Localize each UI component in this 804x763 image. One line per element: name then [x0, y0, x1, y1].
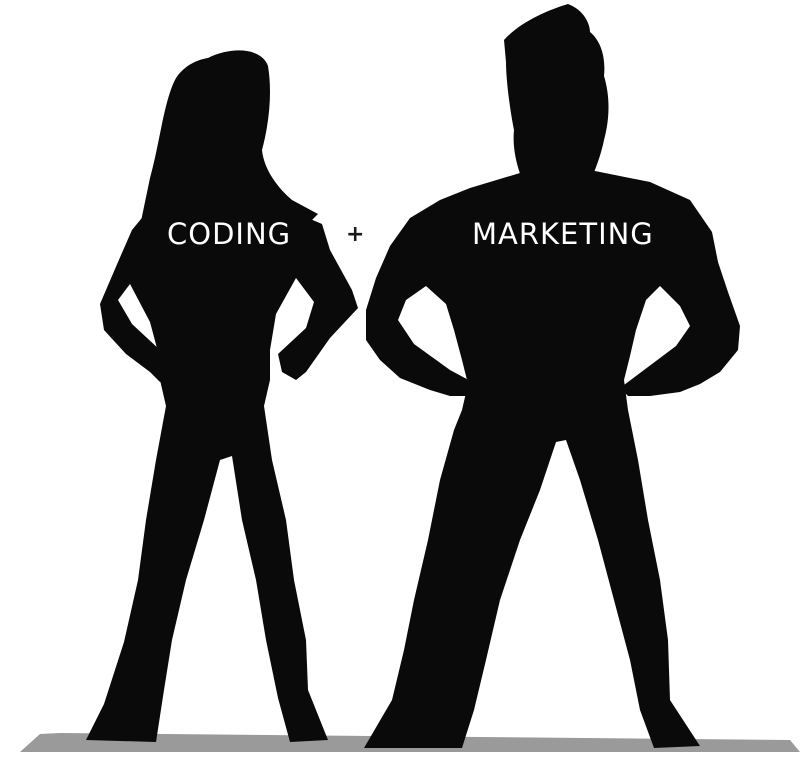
- hero-scene: CODING + MARKETING: [0, 0, 804, 759]
- silhouettes-illustration: [20, 4, 800, 752]
- coding-label: CODING: [167, 217, 292, 251]
- plus-sign: +: [346, 222, 366, 247]
- man-silhouette: [364, 4, 740, 748]
- woman-silhouette: [86, 50, 358, 742]
- marketing-label: MARKETING: [472, 217, 654, 251]
